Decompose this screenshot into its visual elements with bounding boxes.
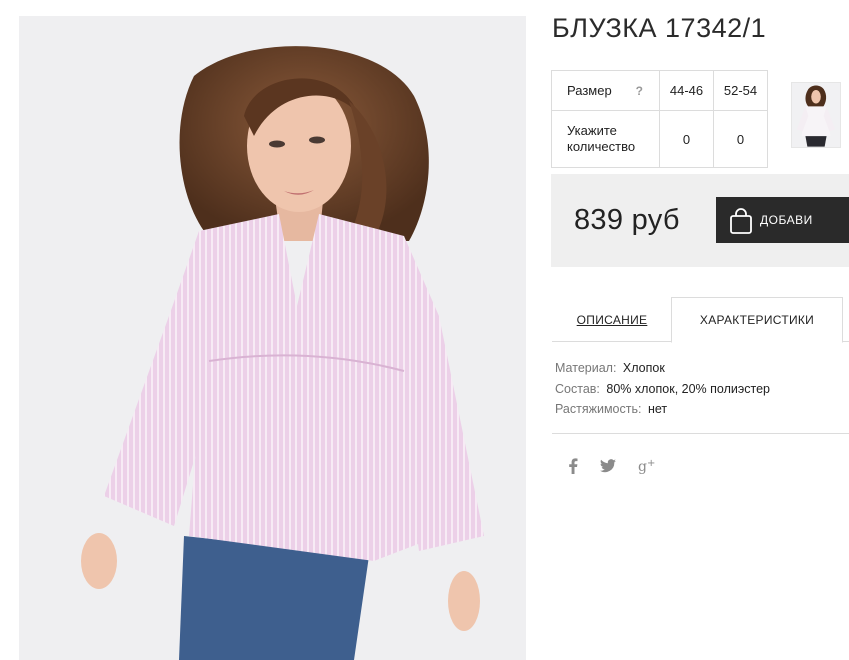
size-label-cell: Размер ?	[551, 70, 660, 111]
size-option-44-46: 44-46	[659, 70, 714, 111]
shopping-bag-icon	[726, 206, 756, 236]
product-title: БЛУЗКА 17342/1	[552, 13, 767, 43]
product-main-image[interactable]	[19, 16, 526, 660]
svg-text:+: +	[647, 458, 655, 469]
characteristic-key: Состав:	[555, 381, 600, 396]
tab-description[interactable]: ОПИСАНИЕ	[552, 297, 672, 343]
google-plus-icon[interactable]: g +	[638, 458, 656, 474]
size-label: Размер	[567, 83, 612, 98]
tab-characteristics-label: ХАРАКТЕРИСТИКИ	[699, 313, 815, 327]
add-to-cart-button[interactable]: ДОБАВИ	[716, 197, 849, 243]
facebook-icon[interactable]	[568, 458, 578, 474]
product-tabs: ОПИСАНИЕ ХАРАКТЕРИСТИКИ	[552, 297, 849, 343]
quantity-input-52-54[interactable]: 0	[713, 110, 768, 168]
quantity-label-cell: Укажите количество	[551, 110, 660, 168]
social-share: g +	[568, 458, 656, 474]
product-thumbnail[interactable]	[791, 82, 841, 148]
characteristic-value: нет	[647, 402, 668, 416]
characteristic-key: Материал:	[555, 361, 617, 375]
size-option-52-54: 52-54	[713, 70, 768, 111]
characteristics-list: Материал: Хлопок Состав: 80% хлопок, 20%…	[555, 358, 770, 420]
buy-box: 839 руб ДОБАВИ	[551, 174, 849, 267]
tab-description-label: ОПИСАНИЕ	[576, 313, 648, 327]
quantity-label: Укажите количество	[567, 123, 636, 154]
characteristic-row: Состав: 80% хлопок, 20% полиэстер	[555, 379, 770, 400]
characteristic-row: Растяжимость: нет	[555, 399, 770, 420]
size-quantity-table: Размер ? 44-46 52-54 Укажите количество …	[551, 70, 768, 168]
svg-text:g: g	[638, 459, 647, 474]
tab-characteristics[interactable]: ХАРАКТЕРИСТИКИ	[671, 297, 843, 343]
quantity-input-44-46[interactable]: 0	[659, 110, 714, 168]
characteristics-divider	[552, 433, 849, 434]
product-price: 839 руб	[574, 204, 680, 236]
characteristic-row: Материал: Хлопок	[555, 358, 770, 379]
characteristic-value: 80% хлопок, 20% полиэстер	[606, 381, 770, 396]
characteristic-value: Хлопок	[622, 361, 665, 375]
add-to-cart-label: ДОБАВИ	[760, 213, 813, 227]
size-help-icon[interactable]: ?	[636, 84, 643, 98]
characteristic-key: Растяжимость:	[555, 402, 642, 416]
twitter-icon[interactable]	[600, 459, 616, 473]
